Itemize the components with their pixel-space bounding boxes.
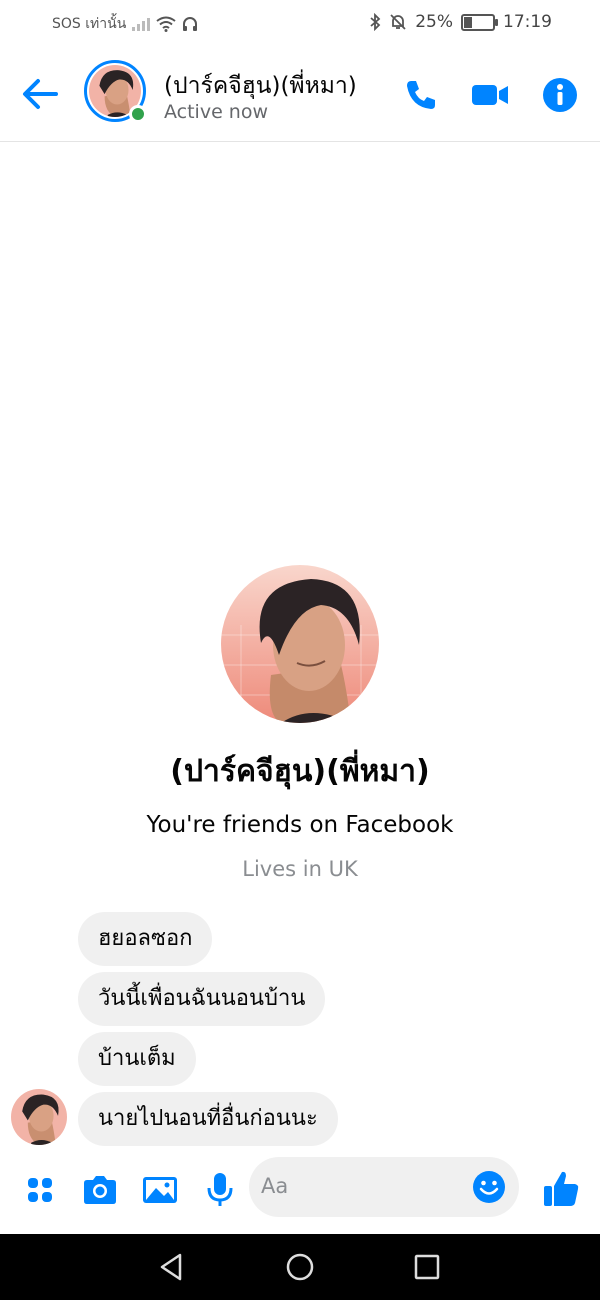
battery-fill — [464, 16, 472, 28]
info-icon[interactable] — [541, 76, 579, 114]
message-row: บ้านเต็ม — [78, 1032, 338, 1092]
clock: 17:19 — [503, 12, 552, 32]
lives-in: Lives in UK — [242, 857, 358, 881]
video-call-icon[interactable] — [470, 76, 510, 114]
carrier-text: SOS เท่านั้น — [52, 16, 127, 32]
profile-illustration — [221, 565, 379, 723]
nav-back-icon[interactable] — [156, 1251, 188, 1283]
status-bar-right: 25% 17:19 — [369, 12, 552, 32]
battery-icon — [461, 13, 498, 31]
bluetooth-icon — [370, 13, 381, 31]
system-nav-bar — [0, 1234, 600, 1300]
signal-icon — [132, 17, 151, 31]
message-bubble[interactable]: บ้านเต็ม — [78, 1032, 196, 1086]
phone-call-icon[interactable] — [401, 76, 439, 114]
battery-percent: 25% — [415, 12, 453, 32]
back-arrow-icon[interactable] — [20, 76, 60, 112]
nav-home-icon[interactable] — [284, 1251, 316, 1283]
camera-icon[interactable] — [80, 1170, 120, 1210]
status-bar-left: SOS เท่านั้น — [52, 13, 198, 35]
status-bar: SOS เท่านั้น 25% 17:19 — [0, 0, 600, 46]
nav-recents-icon[interactable] — [411, 1251, 443, 1283]
online-indicator — [129, 105, 147, 123]
profile-name: (ปาร์คจีฮุน)(พี่หมา) — [170, 754, 430, 789]
sender-avatar[interactable] — [11, 1089, 67, 1145]
message-row: ฮยอลซอก — [78, 912, 338, 972]
sender-avatar-illustration — [11, 1089, 67, 1145]
emoji-icon[interactable] — [471, 1169, 507, 1205]
profile-avatar[interactable] — [221, 565, 379, 723]
mute-bell-icon — [390, 14, 406, 30]
chat-header: (ปาร์คจีฮุน)(พี่หมา) Active now — [0, 46, 600, 142]
contact-name[interactable]: (ปาร์คจีฮุน)(พี่หมา) — [164, 68, 357, 104]
message-list: ฮยอลซอก วันนี้เพื่อนฉันนอนบ้าน บ้านเต็ม … — [78, 912, 338, 1152]
active-status: Active now — [164, 101, 269, 123]
wifi-icon — [156, 16, 176, 32]
message-bubble[interactable]: นายไปนอนที่อื่นก่อนนะ — [78, 1092, 338, 1146]
message-row: วันนี้เพื่อนฉันนอนบ้าน — [78, 972, 338, 1032]
like-thumb-icon[interactable] — [540, 1168, 582, 1210]
message-bubble[interactable]: วันนี้เพื่อนฉันนอนบ้าน — [78, 972, 326, 1026]
message-input[interactable]: Aa — [249, 1157, 519, 1217]
message-row: นายไปนอนที่อื่นก่อนนะ — [78, 1092, 338, 1152]
message-input-placeholder: Aa — [261, 1174, 289, 1198]
more-apps-icon[interactable] — [20, 1170, 60, 1210]
gallery-icon[interactable] — [140, 1170, 180, 1210]
friends-status: You're friends on Facebook — [146, 812, 454, 838]
message-composer: Aa — [0, 1150, 600, 1234]
microphone-icon[interactable] — [200, 1170, 240, 1210]
headphones-icon — [183, 17, 198, 31]
message-bubble[interactable]: ฮยอลซอก — [78, 912, 213, 966]
